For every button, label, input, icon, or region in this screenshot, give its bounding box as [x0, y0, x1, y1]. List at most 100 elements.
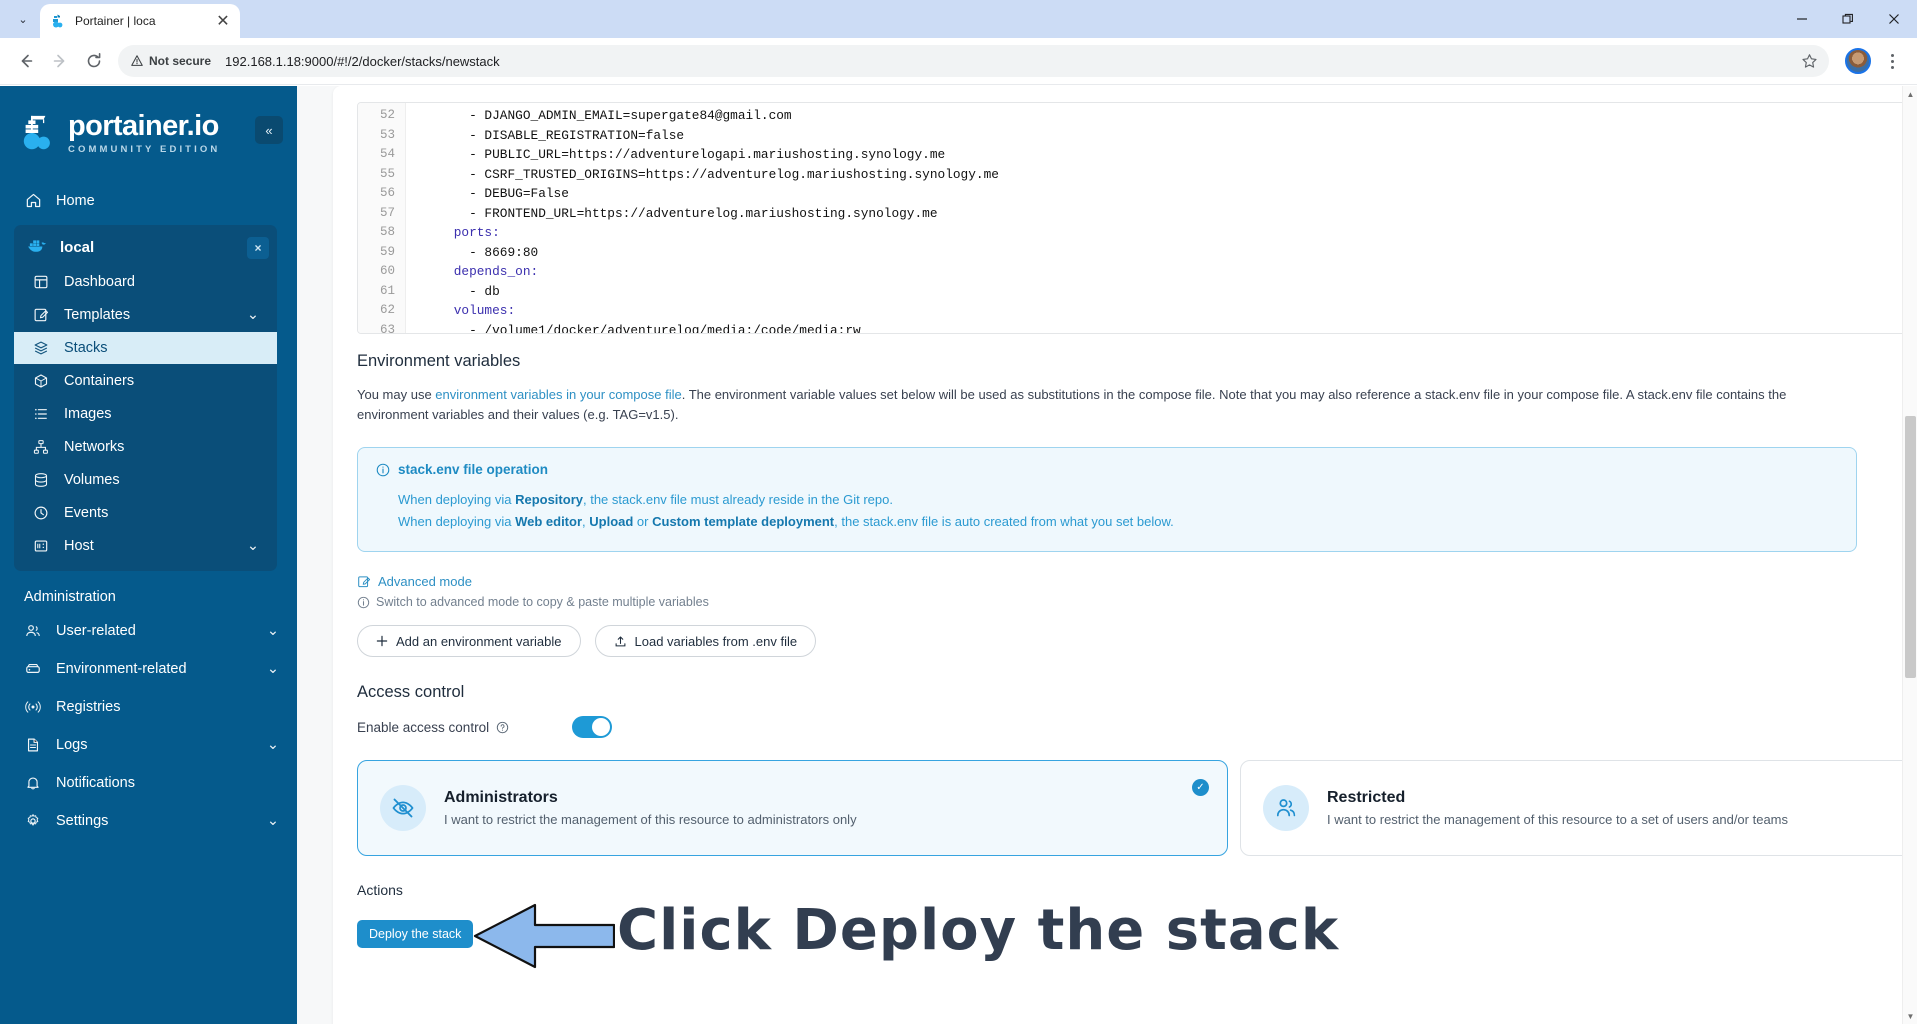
environment-variables-description: You may use environment variables in you… [357, 385, 1817, 425]
access-option-restricted[interactable]: Restricted I want to restrict the manage… [1240, 760, 1917, 856]
enable-access-control-text: Enable access control [357, 719, 490, 735]
url-text[interactable]: 192.168.1.18:9000/#!/2/docker/stacks/new… [225, 54, 1789, 69]
chevron-down-icon[interactable]: ⌄ [267, 813, 279, 829]
close-icon[interactable]: ✕ [214, 12, 232, 30]
maximize-restore-button[interactable] [1825, 0, 1871, 38]
not-secure-indicator[interactable]: Not secure [130, 54, 219, 68]
sidebar-admin-list: User-related ⌄ Environment-related ⌄ Reg… [0, 615, 297, 837]
browser-tab-title: Portainer | loca [75, 14, 156, 28]
sidebar-item-logs[interactable]: Logs ⌄ [0, 729, 297, 761]
environment-group: local × Dashboard Templates ⌄ Stacks Con… [14, 224, 277, 571]
actions-row: Deploy the stack Click Deploy the stack [357, 898, 1917, 978]
editor-line-numbers: 52 53 54 55 56 57 58 59 60 61 62 63 [358, 103, 406, 333]
sidebar-item-environment-related[interactable]: Environment-related ⌄ [0, 653, 297, 685]
page-scrollbar[interactable]: ▲ ▼ [1902, 86, 1917, 1024]
sidebar-item-networks[interactable]: Networks [14, 431, 277, 463]
sidebar-item-label: Environment-related [56, 660, 187, 677]
registries-icon [24, 698, 42, 716]
page-body: portainer.io COMMUNITY EDITION « Home lo… [0, 86, 1917, 1024]
sidebar-item-events[interactable]: Events [14, 497, 277, 529]
radio-selected-icon[interactable]: ✓ [1192, 779, 1209, 796]
images-icon [32, 405, 50, 423]
upload-icon [615, 635, 625, 646]
users-group-icon [1263, 785, 1309, 831]
chevron-down-icon[interactable]: ⌄ [267, 661, 279, 677]
chevron-down-icon[interactable]: ⌄ [247, 307, 259, 323]
access-option-administrators[interactable]: Administrators I want to restrict the ma… [357, 760, 1228, 856]
sidebar-item-label: Containers [64, 372, 135, 389]
sidebar-item-home[interactable]: Home [0, 185, 297, 217]
browser-window: ⌄ Portainer | loca ✕ Not secure 192.168.… [0, 0, 1917, 1024]
environment-close-icon[interactable]: × [247, 236, 269, 259]
warning-triangle-icon [131, 55, 143, 66]
sidebar-item-user-related[interactable]: User-related ⌄ [0, 615, 297, 647]
compose-editor[interactable]: 52 53 54 55 56 57 58 59 60 61 62 63 - DJ… [357, 102, 1917, 334]
bookmark-star-icon[interactable] [1795, 47, 1823, 75]
deploy-the-stack-button[interactable]: Deploy the stack [357, 920, 474, 948]
reload-icon[interactable] [78, 45, 110, 77]
back-icon[interactable] [10, 45, 42, 77]
close-window-button[interactable] [1871, 0, 1917, 38]
sidebar-item-containers[interactable]: Containers [14, 365, 277, 397]
help-circle-icon[interactable] [496, 721, 509, 734]
sidebar-item-templates[interactable]: Templates ⌄ [14, 299, 277, 331]
advanced-mode-label: Advanced mode [378, 574, 472, 589]
sidebar-item-label: Registries [56, 698, 121, 715]
sidebar-item-label: Templates [64, 306, 131, 323]
sidebar-item-volumes[interactable]: Volumes [14, 464, 277, 496]
load-variables-from-env-button[interactable]: Load variables from .env file [594, 625, 817, 657]
environment-header[interactable]: local × [14, 231, 277, 265]
sidebar-item-images[interactable]: Images [14, 398, 277, 430]
brand-subtitle: COMMUNITY EDITION [68, 144, 221, 155]
enable-access-control-toggle[interactable] [572, 716, 612, 738]
access-control-title: Access control [357, 683, 465, 701]
portainer-favicon [53, 14, 63, 28]
networks-icon [32, 438, 50, 456]
chevron-down-icon[interactable]: ⌄ [247, 538, 259, 554]
compose-env-vars-link[interactable]: environment variables in your compose fi… [435, 387, 681, 402]
info-line-1b: Repository [515, 492, 583, 507]
address-bar[interactable]: Not secure 192.168.1.18:9000/#!/2/docker… [118, 45, 1829, 77]
sidebar-item-host[interactable]: Host ⌄ [14, 530, 277, 562]
minimize-button[interactable] [1779, 0, 1825, 38]
access-option-title: Restricted [1327, 789, 1406, 806]
sidebar-item-label: Host [64, 537, 94, 554]
sidebar-item-notifications[interactable]: Notifications [0, 767, 297, 799]
info-line-1: When deploying via Repository, the stack… [398, 489, 1838, 511]
sidebar-item-registries[interactable]: Registries [0, 691, 297, 723]
sidebar-collapse-button[interactable]: « [255, 116, 283, 144]
info-line-2b: Web editor [515, 514, 583, 529]
sidebar-item-stacks[interactable]: Stacks [14, 331, 277, 364]
browser-toolbar: Not secure 192.168.1.18:9000/#!/2/docker… [0, 38, 1917, 85]
env-var-button-row: Add an environment variable Load variabl… [357, 625, 1917, 657]
sidebar-item-label: Images [64, 405, 112, 422]
access-option-text: Restricted I want to restrict the manage… [1327, 789, 1917, 827]
info-line-2f: Custom template deployment [652, 514, 835, 529]
scroll-down-icon[interactable]: ▼ [1906, 1011, 1915, 1021]
chevron-down-icon[interactable]: ⌄ [267, 623, 279, 639]
forward-icon[interactable] [44, 45, 76, 77]
brand-name: portainer.io [68, 110, 219, 142]
sidebar-item-settings[interactable]: Settings ⌄ [0, 805, 297, 837]
gear-icon [24, 812, 42, 830]
page-scroll-thumb[interactable] [1905, 416, 1916, 678]
browser-tab[interactable]: Portainer | loca ✕ [40, 4, 240, 38]
left-pointing-arrow-icon [473, 903, 615, 969]
avatar[interactable] [1845, 48, 1871, 74]
sidebar-item-label: Networks [64, 438, 125, 455]
chevron-down-icon[interactable]: ⌄ [267, 737, 279, 753]
info-line-2d: Upload [589, 514, 634, 529]
tab-search-icon[interactable]: ⌄ [8, 4, 38, 34]
environment-name: local [60, 239, 95, 256]
sidebar: portainer.io COMMUNITY EDITION « Home lo… [0, 86, 297, 1024]
add-environment-variable-button[interactable]: Add an environment variable [357, 625, 581, 657]
portainer-logo-icon [23, 116, 50, 150]
brand[interactable]: portainer.io COMMUNITY EDITION « [0, 86, 297, 169]
advanced-mode-toggle[interactable]: Advanced mode [357, 574, 1917, 589]
chrome-menu-icon[interactable] [1877, 46, 1907, 76]
sidebar-item-dashboard[interactable]: Dashboard [14, 266, 277, 298]
stack-form-card: 52 53 54 55 56 57 58 59 60 61 62 63 - DJ… [333, 86, 1917, 1024]
editor-code[interactable]: - DJANGO_ADMIN_EMAIL=supergate84@gmail.c… [406, 103, 1917, 333]
bell-icon [24, 774, 42, 792]
scroll-up-icon[interactable]: ▲ [1906, 89, 1915, 99]
